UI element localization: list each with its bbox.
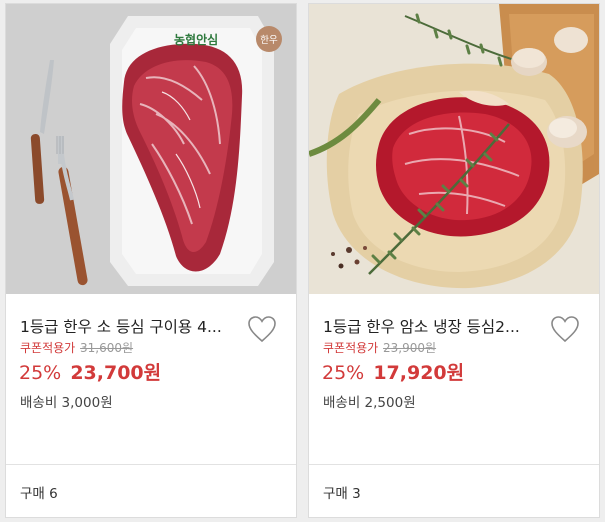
svg-text:농협안심: 농협안심 bbox=[174, 32, 218, 47]
divider bbox=[309, 464, 599, 465]
product-grid: 농협안심 한우 1등급 한우 소 등심 구이용 4... 쿠폰적용가 31,60… bbox=[0, 0, 605, 522]
sale-price: 17,920원 bbox=[373, 362, 465, 384]
original-price: 23,900원 bbox=[383, 341, 437, 355]
original-price: 31,600원 bbox=[80, 341, 134, 355]
wishlist-heart-icon[interactable] bbox=[246, 314, 278, 344]
product-title[interactable]: 1등급 한우 소 등심 구이용 4... bbox=[20, 315, 242, 337]
coupon-price-row: 쿠폰적용가 31,600원 bbox=[20, 339, 133, 356]
coupon-label: 쿠폰적용가 bbox=[20, 341, 76, 355]
steak-plate-photo: 농협안심 한우 bbox=[6, 4, 296, 294]
product-image[interactable]: 농협안심 한우 bbox=[6, 4, 296, 294]
discount-rate: 25% bbox=[322, 362, 365, 384]
svg-text:한우: 한우 bbox=[260, 35, 278, 46]
buy-count: 구매 6 bbox=[20, 486, 58, 502]
buy-count: 구매 3 bbox=[323, 486, 361, 502]
product-info: 1등급 한우 암소 냉장 등심2... 쿠폰적용가 23,900원 25% 17… bbox=[309, 294, 599, 464]
coupon-price-row: 쿠폰적용가 23,900원 bbox=[323, 339, 436, 356]
discount-rate: 25% bbox=[19, 362, 62, 384]
beef-board-photo bbox=[309, 4, 599, 294]
shipping-fee: 배송비 3,000원 bbox=[20, 395, 113, 411]
divider bbox=[6, 464, 296, 465]
product-card[interactable]: 1등급 한우 암소 냉장 등심2... 쿠폰적용가 23,900원 25% 17… bbox=[308, 3, 600, 518]
sale-price: 23,700원 bbox=[70, 362, 162, 384]
shipping-fee: 배송비 2,500원 bbox=[323, 395, 416, 411]
product-image[interactable] bbox=[309, 4, 599, 294]
product-title[interactable]: 1등급 한우 암소 냉장 등심2... bbox=[323, 315, 545, 337]
product-card[interactable]: 농협안심 한우 1등급 한우 소 등심 구이용 4... 쿠폰적용가 31,60… bbox=[5, 3, 297, 518]
price-row: 25% 23,700원 bbox=[19, 358, 161, 385]
price-row: 25% 17,920원 bbox=[322, 358, 464, 385]
wishlist-heart-icon[interactable] bbox=[549, 314, 581, 344]
coupon-label: 쿠폰적용가 bbox=[323, 341, 379, 355]
product-info: 1등급 한우 소 등심 구이용 4... 쿠폰적용가 31,600원 25% 2… bbox=[6, 294, 296, 464]
